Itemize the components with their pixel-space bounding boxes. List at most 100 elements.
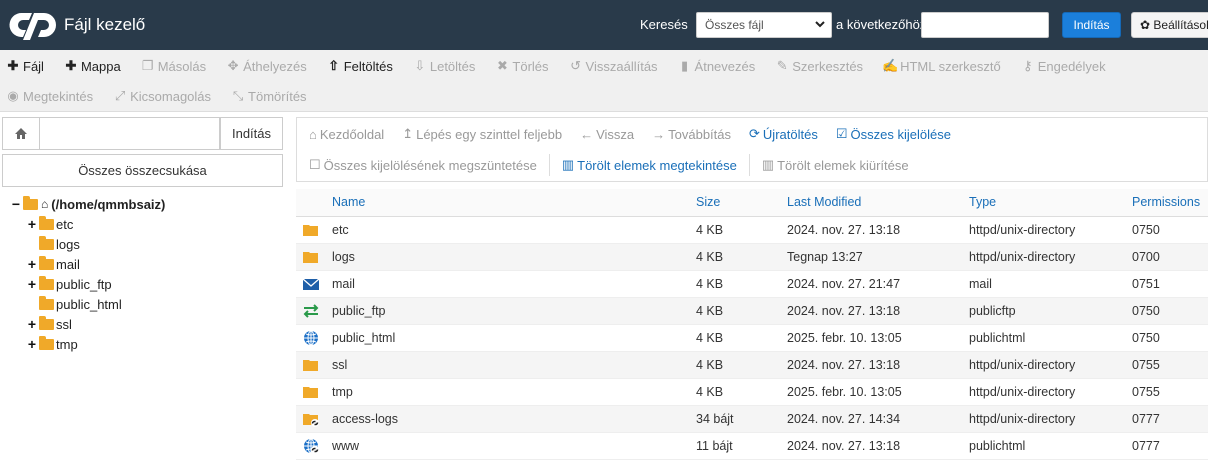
table-row[interactable]: etc 4 KB 2024. nov. 27. 13:18 httpd/unix-di…: [296, 216, 1208, 244]
toolbar-plus-button[interactable]: ✚ Mappa: [64, 58, 121, 74]
nav-label: Továbbítás: [668, 126, 732, 142]
table-row[interactable]: access-logs 34 bájt 2024. nov. 27. 14:34 ht…: [296, 405, 1208, 433]
header-permissions[interactable]: Permissions: [1132, 189, 1208, 217]
toolbar-restore-button[interactable]: ↺ Visszaállítás: [569, 58, 657, 74]
eye-icon: ◉: [7, 88, 19, 103]
toolbar-compress-button[interactable]: ⤡ Tömörítés: [231, 88, 307, 104]
toolbar-label: Szerkesztés: [792, 58, 864, 74]
search-input[interactable]: [921, 12, 1049, 38]
tree-root[interactable]: − ⌂ (/home/qmmbsaiz): [10, 194, 280, 214]
folder-icon: [302, 249, 320, 265]
path-input[interactable]: [40, 117, 220, 150]
tree-item[interactable]: + mail: [10, 254, 280, 274]
file-permissions: 0700: [1132, 243, 1208, 271]
file-size: 4 KB: [696, 216, 787, 244]
toolbar-expand-button[interactable]: ⤢ Kicsomagolás: [113, 88, 211, 104]
nav-reload-button[interactable]: ⟳ Újratöltés: [749, 126, 818, 142]
nav-arrow-left-button[interactable]: ← Vissza: [580, 127, 634, 142]
checkbox-checked-icon: ☑: [835, 126, 848, 141]
table-header-row: Name Size Last Modified Type Permissions: [296, 189, 1208, 217]
file-permissions: 0755: [1132, 351, 1208, 379]
header-type[interactable]: Type: [969, 189, 1132, 217]
header-modified[interactable]: Last Modified: [787, 189, 969, 217]
nav-arrow-right-button[interactable]: → Továbbítás: [652, 127, 731, 142]
file-size: 4 KB: [696, 270, 787, 298]
tree-item[interactable]: + tmp: [10, 334, 280, 354]
header-name[interactable]: Name: [332, 189, 696, 217]
tree-item[interactable]: + etc: [10, 214, 280, 234]
path-go-button[interactable]: Indítás: [220, 117, 283, 150]
expand-icon: ⤢: [114, 88, 126, 103]
expand-icon[interactable]: +: [26, 336, 38, 352]
toolbar-html-edit-button[interactable]: ✍ HTML szerkesztő: [882, 58, 1001, 74]
toolbar-label: Engedélyek: [1037, 58, 1106, 74]
arrow-left-icon: ←: [580, 126, 594, 142]
tree-item[interactable]: logs: [10, 234, 280, 254]
file-panel: ⌂ Kezdőoldal ↥ Lépés egy szinttel feljebb ← V…: [296, 117, 1208, 474]
file-type: publichtml: [969, 324, 1132, 352]
plus-icon: ✚: [65, 58, 77, 73]
tree-item[interactable]: public_html: [10, 294, 280, 314]
toolbar-eye-button[interactable]: ◉ Megtekintés: [6, 88, 93, 104]
toolbar-download-button[interactable]: ⇩ Letöltés: [413, 58, 475, 74]
nav-checkbox-checked-button[interactable]: ☑ Összes kijelölése: [836, 126, 951, 142]
collapse-all-button[interactable]: Összes összecsukása: [2, 154, 283, 187]
toolbar-pencil-button[interactable]: ✎ Szerkesztés: [775, 58, 864, 74]
file-modified: 2025. febr. 10. 13:05: [787, 378, 969, 406]
folder-link-icon: [302, 411, 320, 427]
expand-icon[interactable]: +: [26, 276, 38, 292]
table-row[interactable]: www 11 bájt 2024. nov. 27. 13:18 publichtml…: [296, 432, 1208, 460]
file-modified: 2024. nov. 27. 13:18: [787, 351, 969, 379]
file-size: 34 bájt: [696, 405, 787, 433]
toolbar-copy-button[interactable]: ❐ Másolás: [141, 58, 206, 74]
nav-trash-button[interactable]: ▥ Törölt elemek megtekintése: [562, 157, 737, 173]
header-size[interactable]: Size: [696, 189, 787, 217]
nav-checkbox-empty-button[interactable]: ☐ Összes kijelölésének megszüntetése: [309, 157, 537, 173]
toolbar-delete-button[interactable]: ✖ Törlés: [495, 58, 549, 74]
expand-icon[interactable]: +: [26, 316, 38, 332]
table-row[interactable]: public_html 4 KB 2025. febr. 10. 13:05 publ…: [296, 324, 1208, 352]
nav-label: Lépés egy szinttel feljebb: [416, 126, 563, 142]
tree-item[interactable]: + public_ftp: [10, 274, 280, 294]
nav-level-up-button[interactable]: ↥ Lépés egy szinttel feljebb: [402, 126, 562, 142]
compress-icon: ⤡: [232, 88, 244, 103]
toolbar-rename-button[interactable]: ▮ Átnevezés: [678, 58, 755, 74]
table-row[interactable]: mail 4 KB 2024. nov. 27. 21:47 mail 0751: [296, 270, 1208, 298]
file-name: access-logs: [332, 405, 696, 433]
home-button[interactable]: [2, 117, 40, 150]
toolbar-label: Mappa: [80, 58, 121, 74]
tree-item-label: mail: [56, 256, 80, 272]
app-title: Fájl kezelő: [64, 15, 146, 34]
search-scope-select[interactable]: Összes fájl: [696, 12, 832, 38]
expand-icon[interactable]: +: [26, 216, 38, 232]
tree-item[interactable]: + ssl: [10, 314, 280, 334]
folder-icon: [302, 357, 320, 373]
file-type: httpd/unix-directory: [969, 216, 1132, 244]
file-name: www: [332, 432, 696, 460]
nav-trash-button[interactable]: ▥ Törölt elemek kiürítése: [762, 157, 909, 173]
toolbar-label: HTML szerkesztő: [900, 58, 1001, 74]
row-icon-cell: [296, 270, 332, 298]
collapse-icon[interactable]: −: [10, 196, 22, 212]
settings-button[interactable]: ✿ Beállítások: [1131, 12, 1208, 38]
row-icon-cell: [296, 297, 332, 325]
expand-icon[interactable]: +: [26, 256, 38, 272]
table-row[interactable]: logs 4 KB Tegnap 13:27 httpd/unix-directory…: [296, 243, 1208, 271]
nav-home-button[interactable]: ⌂ Kezdőoldal: [309, 127, 384, 142]
navigation-bar: ⌂ Kezdőoldal ↥ Lépés egy szinttel feljebb ← V…: [296, 117, 1208, 182]
toolbar-plus-button[interactable]: ✚ Fájl: [6, 58, 44, 74]
row-icon-cell: [296, 432, 332, 460]
table-row[interactable]: ssl 4 KB 2024. nov. 27. 13:18 httpd/unix-di…: [296, 351, 1208, 379]
table-row[interactable]: tmp 4 KB 2025. febr. 10. 13:05 httpd/unix-d…: [296, 378, 1208, 406]
search-go-button[interactable]: Indítás: [1062, 12, 1121, 38]
toolbar-upload-button[interactable]: ⇧ Feltöltés: [327, 58, 393, 74]
tree-item-label: etc: [56, 216, 74, 232]
file-permissions: 0750: [1132, 216, 1208, 244]
chevron-down-icon: [815, 21, 825, 28]
checkbox-empty-icon: ☐: [309, 157, 321, 172]
table-row[interactable]: public_ftp 4 KB 2024. nov. 27. 13:18 public…: [296, 297, 1208, 325]
download-icon: ⇩: [414, 58, 426, 73]
toolbar-move-button[interactable]: ✥ Áthelyezés: [226, 58, 307, 74]
toolbar-key-button[interactable]: ⚷ Engedélyek: [1021, 58, 1106, 74]
file-type: httpd/unix-directory: [969, 351, 1132, 379]
